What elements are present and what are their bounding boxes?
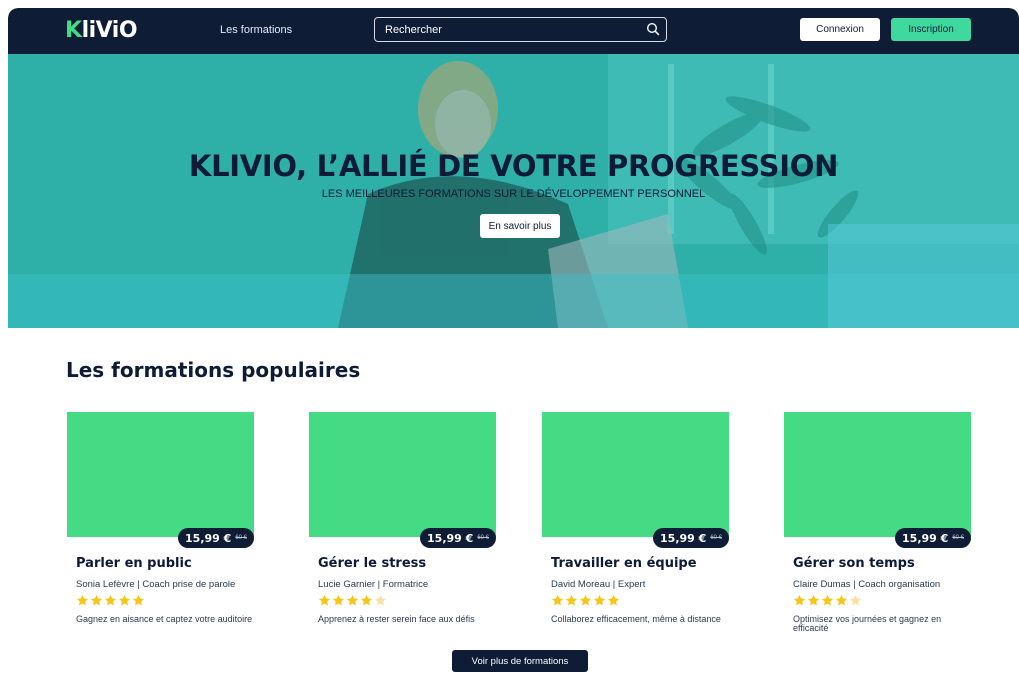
price-badge: 15,99 € 60 € xyxy=(895,528,971,548)
course-card[interactable]: 15,99 € 60 € Parler en public Sonia Lefè… xyxy=(67,412,254,652)
star-filled-icon xyxy=(551,594,564,606)
price-old: 60 € xyxy=(235,535,247,541)
top-navbar: KliViO Les formations Connexion Inscript… xyxy=(8,8,1019,54)
star-filled-icon xyxy=(793,594,806,606)
price-current: 15,99 € xyxy=(185,531,232,545)
search-input[interactable] xyxy=(385,18,635,41)
course-card[interactable]: 15,99 € 60 € Gérer son temps Claire Duma… xyxy=(784,412,971,652)
course-title[interactable]: Gérer le stress xyxy=(318,556,426,571)
star-filled-icon xyxy=(346,594,359,606)
course-thumbnail[interactable] xyxy=(542,412,729,537)
course-author: David Moreau | Expert xyxy=(551,579,646,590)
course-author: Claire Dumas | Coach organisation xyxy=(793,579,941,590)
course-title[interactable]: Travailler en équipe xyxy=(551,556,697,571)
star-filled-icon xyxy=(332,594,345,606)
course-title[interactable]: Parler en public xyxy=(76,556,192,571)
star-filled-icon xyxy=(318,594,331,606)
search-icon[interactable] xyxy=(646,22,660,36)
rating-stars xyxy=(318,594,387,608)
page-frame: KliViO Les formations Connexion Inscript… xyxy=(8,8,1019,679)
section-title-popular: Les formations populaires xyxy=(66,358,361,382)
more-courses-button[interactable]: Voir plus de formations xyxy=(452,650,588,672)
star-filled-icon xyxy=(360,594,373,606)
price-current: 15,99 € xyxy=(902,531,949,545)
price-old: 60 € xyxy=(952,535,964,541)
course-thumbnail[interactable] xyxy=(784,412,971,537)
course-description: Gagnez en aisance et captez votre audito… xyxy=(76,614,253,624)
rating-stars xyxy=(551,594,620,608)
learn-more-button[interactable]: En savoir plus xyxy=(480,214,560,238)
star-filled-icon xyxy=(607,594,620,606)
price-current: 15,99 € xyxy=(427,531,474,545)
hero-banner: KLIVIO, L’ALLIÉ DE VOTRE PROGRESSION LES… xyxy=(8,54,1019,328)
star-filled-icon xyxy=(593,594,606,606)
rating-stars xyxy=(793,594,862,608)
course-description: Collaborez efficacement, même à distance xyxy=(551,614,721,624)
price-old: 60 € xyxy=(477,535,489,541)
price-badge: 15,99 € 60 € xyxy=(420,528,496,548)
course-author: Lucie Garnier | Formatrice xyxy=(318,579,429,590)
price-badge: 15,99 € 60 € xyxy=(653,528,729,548)
rating-stars xyxy=(76,594,145,608)
course-card[interactable]: 15,99 € 60 € Travailler en équipe David … xyxy=(542,412,729,652)
star-filled-icon xyxy=(821,594,834,606)
signup-button[interactable]: Inscription xyxy=(891,18,971,41)
star-empty-icon xyxy=(374,594,387,606)
hero-subtitle: LES MEILLEURES FORMATIONS SUR LE DÉVELOP… xyxy=(321,188,706,200)
course-author: Sonia Lefèvre | Coach prise de parole xyxy=(76,579,236,590)
course-description: Apprenez à rester serein face aux défis xyxy=(318,614,475,624)
logo-rest: liViO xyxy=(81,17,138,43)
star-filled-icon xyxy=(90,594,103,606)
star-filled-icon xyxy=(579,594,592,606)
star-filled-icon xyxy=(76,594,89,606)
course-description: Optimisez vos journées et gagnez en effi… xyxy=(793,614,942,633)
logo-prefix: K xyxy=(65,17,82,43)
price-badge: 15,99 € 60 € xyxy=(178,528,254,548)
course-card[interactable]: 15,99 € 60 € Gérer le stress Lucie Garni… xyxy=(309,412,496,652)
star-filled-icon xyxy=(807,594,820,606)
star-empty-icon xyxy=(849,594,862,606)
course-title[interactable]: Gérer son temps xyxy=(793,556,915,571)
search-box xyxy=(374,17,667,42)
course-thumbnail[interactable] xyxy=(309,412,496,537)
price-current: 15,99 € xyxy=(660,531,707,545)
star-filled-icon xyxy=(118,594,131,606)
price-old: 60 € xyxy=(710,535,722,541)
course-thumbnail[interactable] xyxy=(67,412,254,537)
star-filled-icon xyxy=(132,594,145,606)
star-filled-icon xyxy=(565,594,578,606)
star-filled-icon xyxy=(104,594,117,606)
nav-link-formations[interactable]: Les formations xyxy=(220,24,292,36)
star-filled-icon xyxy=(835,594,848,606)
hero-title: KLIVIO, L’ALLIÉ DE VOTRE PROGRESSION xyxy=(188,149,839,183)
login-button[interactable]: Connexion xyxy=(800,18,880,41)
klivio-logo[interactable]: KliViO xyxy=(65,16,138,44)
